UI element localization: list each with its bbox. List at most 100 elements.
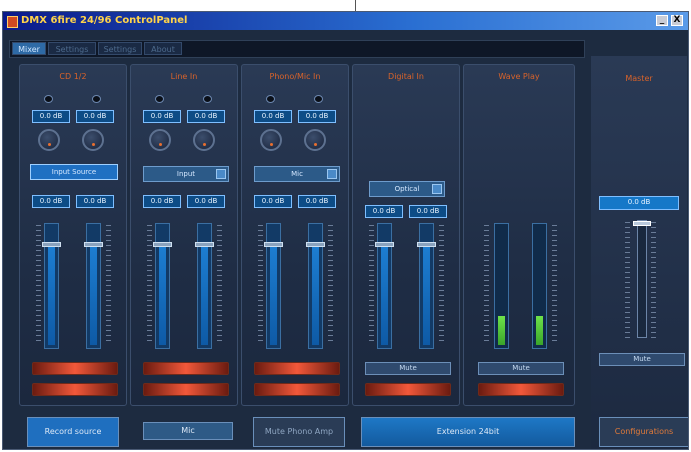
mute-button[interactable]: Mute (365, 362, 451, 375)
master-mute-button[interactable]: Mute (599, 353, 685, 366)
fader-fill (423, 244, 430, 345)
channel-strip-phono-mic: Phono/Mic In 0.0 dB 0.0 dB Mic 0.0 dB 0.… (241, 64, 349, 406)
gain-knob-left[interactable] (149, 129, 171, 151)
scale-ticks (328, 225, 333, 345)
gain-knob-right[interactable] (304, 129, 326, 151)
scale-ticks (217, 225, 222, 345)
scale-ticks (106, 225, 111, 345)
mute-button[interactable]: Mute (478, 362, 564, 375)
fader-handle[interactable] (306, 241, 325, 247)
gain-knob-right[interactable] (193, 129, 215, 151)
led-icon (203, 95, 212, 103)
scale-ticks (258, 225, 263, 345)
fader-fill (270, 244, 277, 345)
fader-fill (48, 244, 55, 345)
fader-handle[interactable] (633, 221, 651, 226)
level-right-readout: 0.0 dB (409, 205, 447, 218)
led-icon (266, 95, 275, 103)
volume-fader-left[interactable] (264, 223, 283, 349)
mute-led[interactable] (32, 362, 118, 375)
record-led[interactable] (32, 383, 118, 396)
record-led[interactable] (143, 383, 229, 396)
volume-fader-right[interactable] (306, 223, 325, 349)
channel-strip-wave-play: Wave Play Mute (463, 64, 575, 406)
mic-select[interactable]: Mic (254, 166, 340, 182)
minimize-button[interactable]: _ (656, 15, 668, 26)
master-level-readout: 0.0 dB (599, 196, 679, 210)
knob-marker-icon (270, 143, 273, 146)
title-bar[interactable]: DMX 6fire 24/96 ControlPanel _ X (3, 12, 688, 30)
select-value: Input Source (51, 168, 97, 176)
gain-right-readout: 0.0 dB (76, 110, 114, 123)
level-left-readout: 0.0 dB (143, 195, 181, 208)
gain-right-readout: 0.0 dB (298, 110, 336, 123)
scale-ticks (147, 225, 152, 345)
volume-fader-right[interactable] (195, 223, 214, 349)
fader-fill (312, 244, 319, 345)
volume-fader-left[interactable] (153, 223, 172, 349)
volume-fader-left[interactable] (42, 223, 61, 349)
knob-marker-icon (203, 143, 206, 146)
record-source-button[interactable]: Record source (27, 417, 119, 447)
tab-settings-2[interactable]: Settings (98, 42, 142, 55)
master-label: Master (625, 74, 653, 83)
fader-handle[interactable] (42, 241, 61, 247)
configurations-button[interactable]: Configurations (599, 417, 688, 447)
tab-settings[interactable]: Settings (48, 42, 96, 55)
gain-knob-right[interactable] (82, 129, 104, 151)
mic-select-bottom[interactable]: Mic (143, 422, 233, 440)
knob-marker-icon (48, 143, 51, 146)
led-icon (44, 95, 53, 103)
gain-left-readout: 0.0 dB (143, 110, 181, 123)
channel-strip-cd: CD 1/2 0.0 dB 0.0 dB Input Source 0.0 dB… (19, 64, 127, 406)
scale-ticks (484, 225, 489, 345)
extension-24bit-button[interactable]: Extension 24bit (361, 417, 575, 447)
volume-fader-left[interactable] (375, 223, 394, 349)
input-select[interactable]: Input (143, 166, 229, 182)
level-meter-left (494, 223, 509, 349)
fader-handle[interactable] (195, 241, 214, 247)
fader-handle[interactable] (264, 241, 283, 247)
top-strip (0, 0, 691, 11)
volume-fader-right[interactable] (417, 223, 436, 349)
master-fader[interactable] (633, 220, 651, 338)
window-title: DMX 6fire 24/96 ControlPanel (21, 15, 188, 26)
optical-select[interactable]: Optical (369, 181, 445, 197)
gain-knob-left[interactable] (38, 129, 60, 151)
mute-led[interactable] (143, 362, 229, 375)
meter-fill (536, 315, 543, 345)
volume-fader-right[interactable] (84, 223, 103, 349)
fader-fill (159, 244, 166, 345)
fader-fill (381, 244, 388, 345)
record-led[interactable] (365, 383, 451, 396)
input-source-select[interactable]: Input Source (30, 164, 118, 180)
tab-about[interactable]: About (144, 42, 182, 55)
knob-marker-icon (159, 143, 162, 146)
fader-handle[interactable] (153, 241, 172, 247)
level-right-readout: 0.0 dB (76, 195, 114, 208)
channel-strip-line-in: Line In 0.0 dB 0.0 dB Input 0.0 dB 0.0 d… (130, 64, 238, 406)
select-value: Input (176, 170, 196, 178)
channel-label: CD 1/2 (59, 72, 87, 81)
fader-handle[interactable] (84, 241, 103, 247)
close-button[interactable]: X (671, 15, 683, 26)
channel-label: Line In (170, 72, 198, 81)
fader-fill (90, 244, 97, 345)
dropdown-arrow-icon (432, 184, 442, 194)
gain-knob-left[interactable] (260, 129, 282, 151)
meter-fill (498, 315, 505, 345)
mute-phono-amp-button[interactable]: Mute Phono Amp (253, 417, 345, 447)
gain-left-readout: 0.0 dB (254, 110, 292, 123)
level-right-readout: 0.0 dB (298, 195, 336, 208)
scale-ticks (651, 222, 656, 342)
record-led[interactable] (254, 383, 340, 396)
fader-handle[interactable] (417, 241, 436, 247)
tab-mixer[interactable]: Mixer (12, 42, 46, 55)
app-icon (7, 16, 18, 28)
select-value: Mic (291, 170, 303, 178)
mute-led[interactable] (254, 362, 340, 375)
channel-strip-digital-in: Digital In Optical 0.0 dB 0.0 dB Mute (352, 64, 460, 406)
record-led[interactable] (478, 383, 564, 396)
gain-left-readout: 0.0 dB (32, 110, 70, 123)
fader-handle[interactable] (375, 241, 394, 247)
